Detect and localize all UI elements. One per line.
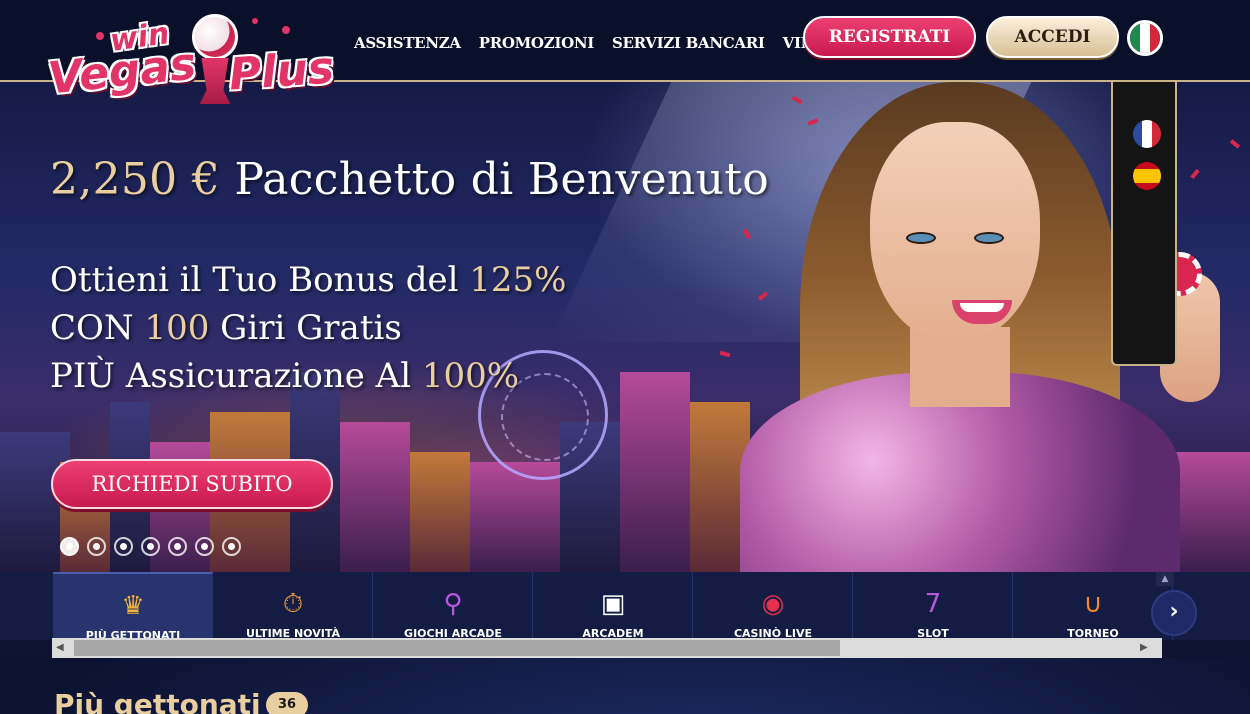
- category-next-button[interactable]: ›: [1151, 590, 1197, 636]
- games-section: Più gettonati 36: [0, 658, 1250, 714]
- winvegasplus-logo[interactable]: win Vegas Plus: [44, 12, 336, 116]
- category-casino-live[interactable]: ◉ CASINÒ LIVE: [693, 572, 853, 640]
- logo-confetti-dot: [252, 18, 258, 24]
- slider-dot[interactable]: [114, 537, 133, 556]
- slider-dot[interactable]: [60, 537, 79, 556]
- claim-now-button[interactable]: RICHIEDI SUBITO: [51, 459, 333, 509]
- stopwatch-icon: ⏱: [282, 589, 304, 619]
- section-count-badge: 36: [266, 692, 308, 714]
- hero-banner: 2,250 € Pacchetto di Benvenuto Ottieni i…: [0, 82, 1250, 572]
- login-button[interactable]: ACCEDI: [986, 16, 1119, 58]
- site-header: win Vegas Plus ASSISTENZA PROMOZIONI SER…: [0, 0, 1250, 105]
- horseshoe-icon: ∪: [1083, 589, 1103, 619]
- category-piu-gettonati[interactable]: ♛ PIÙ GETTONATI: [53, 572, 213, 642]
- slider-dot[interactable]: [87, 537, 106, 556]
- nav-promozioni[interactable]: PROMOZIONI: [479, 34, 595, 52]
- category-scrollbar-thumb[interactable]: [74, 640, 840, 656]
- arcade-machine-icon: ▣: [600, 589, 626, 619]
- nav-servizi-bancari[interactable]: SERVIZI BANCARI: [612, 34, 765, 52]
- roulette-chip-icon: ◉: [761, 589, 785, 619]
- section-title: Più gettonati: [54, 688, 261, 714]
- trophy-icon: [199, 58, 231, 104]
- slider-dot[interactable]: [141, 537, 160, 556]
- language-dropdown: [1111, 82, 1177, 366]
- france-flag-icon[interactable]: [1133, 120, 1161, 148]
- logo-confetti-dot: [282, 26, 290, 34]
- hero-line-spins: CON 100 Giri Gratis: [50, 308, 402, 348]
- logo-word-vegas: Vegas: [45, 38, 199, 105]
- category-torneo[interactable]: ∪ TORNEO: [1013, 572, 1173, 640]
- category-slot[interactable]: 7 SLOT: [853, 572, 1013, 640]
- slider-dot[interactable]: [168, 537, 187, 556]
- hero-offer-text: Ottieni il Tuo Bonus del 125% CON 100 Gi…: [50, 256, 566, 400]
- spain-flag-icon[interactable]: [1133, 162, 1161, 190]
- logo-confetti-dot: [96, 32, 104, 40]
- hero-line-bonus: Ottieni il Tuo Bonus del 125%: [50, 260, 567, 300]
- italy-flag-icon[interactable]: [1127, 20, 1163, 56]
- register-button[interactable]: REGISTRATI: [803, 16, 976, 58]
- joystick-icon: ⚲: [443, 589, 463, 619]
- main-nav: ASSISTENZA PROMOZIONI SERVIZI BANCARI VI…: [354, 34, 812, 52]
- slider-dot[interactable]: [222, 537, 241, 556]
- scroll-left-arrow-icon[interactable]: ◀: [56, 640, 70, 656]
- category-ultime-novita[interactable]: ⏱ ULTIME NOVITÀ: [213, 572, 373, 640]
- hero-title: 2,250 € Pacchetto di Benvenuto: [50, 154, 769, 205]
- hero-line-insurance: PIÙ Assicurazione Al 100%: [50, 356, 520, 396]
- logo-word-plus: Plus: [227, 42, 336, 101]
- slider-dots: [60, 537, 241, 556]
- scroll-up-arrow-icon[interactable]: ▲: [1156, 572, 1174, 586]
- crown-icon: ♛: [121, 591, 145, 621]
- category-giochi-arcade[interactable]: ⚲ GIOCHI ARCADE: [373, 572, 533, 640]
- nav-assistenza[interactable]: ASSISTENZA: [354, 34, 461, 52]
- scroll-right-arrow-icon[interactable]: ▶: [1140, 640, 1154, 656]
- category-bar: ♛ PIÙ GETTONATI ⏱ ULTIME NOVITÀ ⚲ GIOCHI…: [0, 572, 1250, 642]
- slot-machine-icon: 7: [924, 589, 942, 619]
- slider-dot[interactable]: [195, 537, 214, 556]
- category-arcadem[interactable]: ▣ ARCADEM: [533, 572, 693, 640]
